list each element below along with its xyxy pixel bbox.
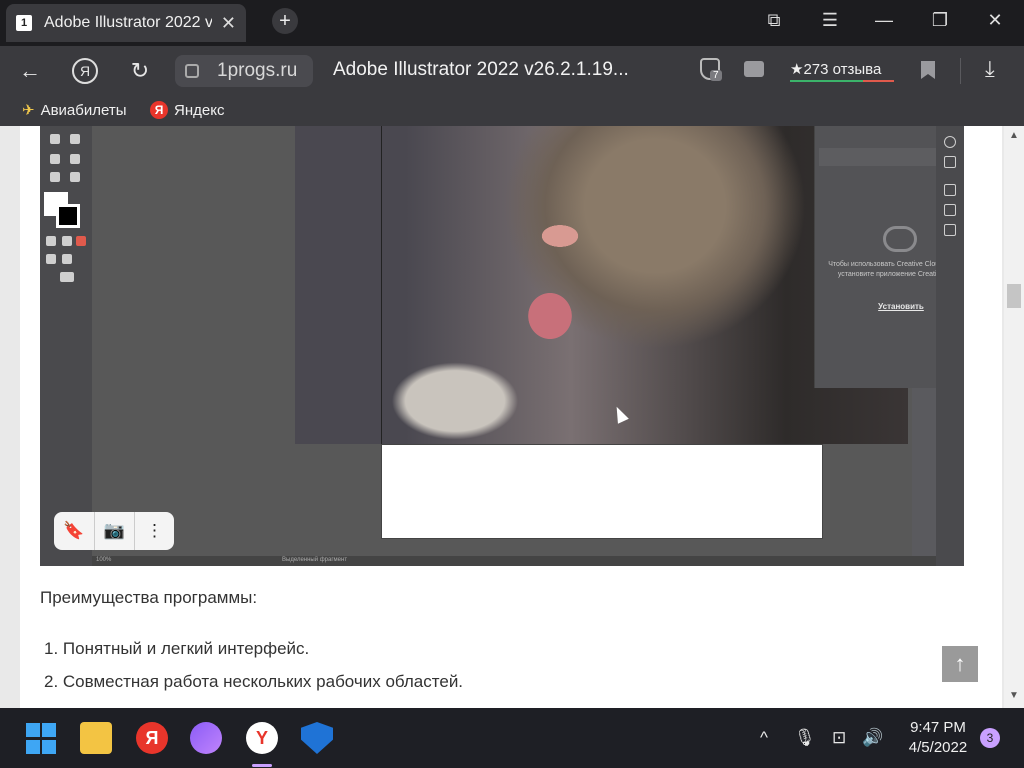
protect-badge: 7 — [710, 70, 722, 81]
reviews-button[interactable]: ★273 отзыва — [790, 60, 881, 80]
download-icon[interactable]: ⤓ — [985, 56, 995, 82]
chat-icon[interactable] — [744, 61, 764, 77]
tray-chevron-icon[interactable]: ^ — [760, 728, 768, 748]
hand-tool-icon — [50, 172, 60, 182]
windows-security-icon[interactable] — [301, 722, 333, 754]
bookmark-label: Яндекс — [174, 101, 225, 119]
color-mode-icon — [46, 236, 56, 246]
protect-button[interactable]: 7 — [700, 58, 726, 84]
screen-mode-icon — [60, 272, 74, 282]
eyedropper-icon — [70, 154, 80, 164]
article-content: Чтобы использовать Creative Cloud Librar… — [20, 126, 1002, 708]
artboard — [381, 444, 823, 539]
list-item: 2. Совместная работа нескольких рабочих … — [44, 672, 464, 691]
scroll-up-icon[interactable]: ▲ — [1009, 130, 1019, 141]
layers-icon — [944, 204, 956, 216]
artboard-tool-icon — [50, 134, 60, 144]
yandex-browser-icon[interactable]: Y — [246, 722, 278, 754]
screenshot-icon[interactable]: 📷 — [94, 512, 134, 550]
windows-logo-icon — [42, 722, 56, 737]
reload-button[interactable]: ↻ — [127, 58, 153, 84]
draw-mode-icon — [46, 254, 56, 264]
microphone-icon[interactable]: 🎙 — [794, 728, 816, 748]
volume-icon[interactable]: 🔊 — [862, 728, 883, 748]
file-explorer-icon[interactable] — [80, 722, 112, 754]
advantages-list: 1. Понятный и легкий интерфейс. 2. Совме… — [44, 632, 463, 708]
url-field[interactable]: 1progs.ru — [175, 55, 313, 87]
page-title[interactable]: Adobe Illustrator 2022 v26.2.1.19... — [333, 59, 629, 81]
network-icon[interactable]: ⊡ — [832, 728, 846, 748]
minimize-button[interactable]: — — [872, 10, 896, 31]
maximize-button[interactable]: ❐ — [928, 10, 952, 31]
alice-icon[interactable]: Я — [72, 58, 98, 84]
sidebar-icon[interactable]: ⧉ — [762, 10, 786, 31]
tools-panel — [40, 126, 92, 566]
desktop: 1 Adobe Illustrator 2022 v26.2.1.197 [Ru… — [0, 0, 1024, 768]
list-item: 1. Понятный и легкий интерфейс. — [44, 639, 310, 658]
zoom-tool-icon — [70, 172, 80, 182]
system-clock[interactable]: 9:47 PM 4/5/2022 — [898, 718, 978, 758]
bookmark-label: Авиабилеты — [40, 101, 127, 119]
clock-time: 9:47 PM — [910, 719, 966, 736]
rating-bar — [790, 80, 894, 82]
graph-tool-icon — [70, 134, 80, 144]
divider — [960, 58, 961, 84]
web-page: Чтобы использовать Creative Cloud Librar… — [0, 126, 1024, 708]
properties-icon — [944, 136, 956, 148]
page-scrollbar[interactable]: ▲ ▼ — [1004, 126, 1024, 708]
none-mode-icon — [76, 236, 86, 246]
taskbar: Я Y ^ 🎙 ⊡ 🔊 9:47 PM 4/5/2022 3 — [0, 708, 1024, 768]
alice-app-icon[interactable] — [190, 722, 222, 754]
more-options-icon[interactable]: ⋮ — [134, 512, 174, 550]
bookmark-aviabilety[interactable]: ✈ Авиабилеты — [22, 101, 127, 120]
selection-status: Выделенный фрагмент — [282, 557, 348, 563]
tab-title: Adobe Illustrator 2022 v26.2.1.197 [Ru/E… — [44, 14, 212, 31]
tab-close-icon[interactable]: ✕ — [221, 13, 236, 34]
yandex-icon: Я — [150, 101, 168, 119]
canvas: Чтобы использовать Creative Cloud Librar… — [92, 126, 964, 556]
zoom-level: 100% — [96, 557, 112, 563]
start-button[interactable] — [25, 722, 57, 754]
bookmark-yandex[interactable]: Я Яндекс — [150, 101, 224, 119]
tab-bar: 1 Adobe Illustrator 2022 v26.2.1.197 [Ru… — [0, 0, 1024, 46]
bookmarks-bar: ✈ Авиабилеты Я Яндекс — [0, 96, 1024, 126]
export-icon — [944, 156, 956, 168]
advantages-heading: Преимущества программы: — [40, 588, 258, 607]
lock-icon[interactable] — [185, 64, 199, 78]
link-icon — [944, 184, 956, 196]
windows-logo-icon — [26, 722, 40, 737]
creative-cloud-icon — [883, 226, 917, 252]
domain-text: 1progs.ru — [217, 60, 298, 81]
bookmark-icon[interactable] — [921, 61, 935, 79]
notification-badge[interactable]: 3 — [980, 728, 1000, 748]
plane-icon: ✈ — [22, 102, 35, 119]
crop-tool-icon — [50, 154, 60, 164]
address-bar: ← Я ↻ 1progs.ru Adobe Illustrator 2022 v… — [0, 46, 1024, 96]
tab-adobe-illustrator[interactable]: 1 Adobe Illustrator 2022 v26.2.1.197 [Ru… — [6, 4, 246, 42]
draw-inside-icon — [62, 254, 72, 264]
clock-date: 4/5/2022 — [908, 739, 968, 756]
windows-logo-icon — [26, 739, 40, 754]
list-item: 3. Различные инструменты для рисования. — [44, 698, 463, 708]
close-window-button[interactable]: ✕ — [983, 10, 1007, 31]
yandex-app-icon[interactable]: Я — [136, 722, 168, 754]
menu-icon[interactable]: ☰ — [818, 10, 842, 31]
tab-number: 1 — [16, 15, 32, 31]
stroke-swatch — [56, 204, 80, 228]
new-tab-button[interactable]: + — [272, 8, 298, 34]
gradient-mode-icon — [62, 236, 72, 246]
scroll-down-icon[interactable]: ▼ — [1009, 690, 1019, 701]
back-button[interactable]: ← — [17, 58, 43, 84]
scroll-thumb[interactable] — [1007, 284, 1021, 308]
illustrator-screenshot-image[interactable]: Чтобы использовать Creative Cloud Librar… — [40, 126, 964, 566]
status-bar: 100% Выделенный фрагмент — [92, 556, 936, 566]
windows-logo-icon — [42, 739, 56, 754]
image-toolbar: 🔖 📷 ⋮ — [54, 512, 174, 550]
artboard-edge — [381, 126, 382, 444]
artboards-icon — [944, 224, 956, 236]
save-image-bookmark-icon[interactable]: 🔖 — [54, 512, 94, 550]
scroll-to-top-button[interactable]: ↑ — [942, 646, 978, 682]
active-indicator — [252, 764, 272, 767]
panel-dock — [936, 126, 964, 566]
